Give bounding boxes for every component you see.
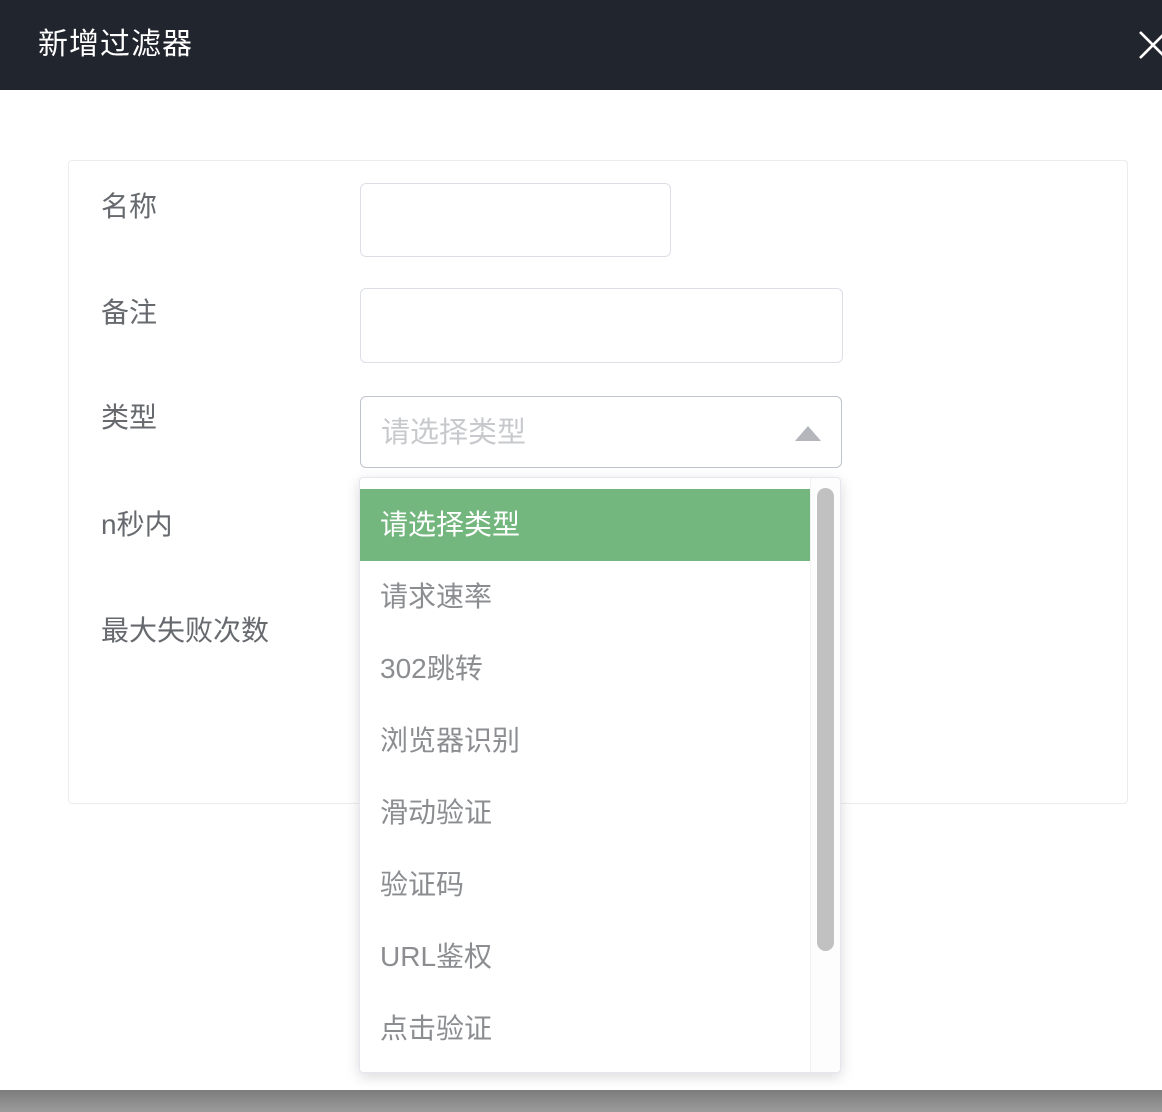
option-please-select-type[interactable]: 请选择类型	[360, 489, 810, 561]
option-slide-verify[interactable]: 滑动验证	[360, 777, 810, 849]
type-select-placeholder: 请选择类型	[381, 418, 526, 448]
option-url-auth[interactable]: URL鉴权	[360, 921, 810, 993]
note-input[interactable]	[360, 288, 843, 363]
add-filter-dialog: 新增过滤器 名称 备注 类型 请选择类型 n秒内 最大失败次数 请选择类型 请求…	[0, 0, 1162, 1112]
close-icon	[1137, 49, 1162, 64]
n-seconds-label: n秒内	[101, 510, 173, 540]
dropdown-scrollbar-track[interactable]	[810, 478, 840, 1072]
name-input[interactable]	[360, 183, 671, 257]
name-label: 名称	[101, 192, 157, 222]
option-request-rate[interactable]: 请求速率	[360, 561, 810, 633]
page-bottom-scrollbar	[0, 1090, 1162, 1112]
option-click-verify[interactable]: 点击验证	[360, 993, 810, 1065]
chevron-up-icon	[795, 426, 821, 441]
dialog-header: 新增过滤器	[0, 0, 1162, 90]
dialog-title: 新增过滤器	[38, 28, 193, 62]
type-label: 类型	[101, 403, 157, 433]
dropdown-scrollbar-thumb[interactable]	[817, 488, 834, 951]
option-captcha[interactable]: 验证码	[360, 849, 810, 921]
close-button[interactable]	[1137, 29, 1162, 61]
type-dropdown-panel: 请选择类型 请求速率 302跳转 浏览器识别 滑动验证 验证码 URL鉴权 点击…	[359, 477, 841, 1073]
type-select[interactable]: 请选择类型	[360, 396, 842, 468]
option-302-redirect[interactable]: 302跳转	[360, 633, 810, 705]
option-browser-detect[interactable]: 浏览器识别	[360, 705, 810, 777]
type-option-list: 请选择类型 请求速率 302跳转 浏览器识别 滑动验证 验证码 URL鉴权 点击…	[360, 478, 840, 1065]
max-failures-label: 最大失败次数	[101, 616, 269, 646]
note-label: 备注	[101, 298, 157, 328]
